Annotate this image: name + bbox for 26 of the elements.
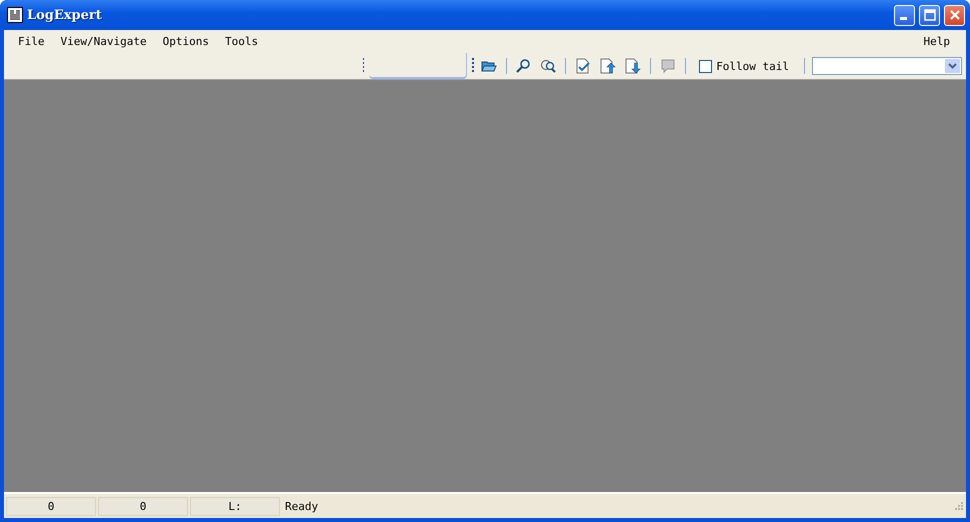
search-icon[interactable] <box>515 58 532 74</box>
menu-item[interactable]: View/Navigate <box>52 35 155 48</box>
status-message: Ready <box>285 500 318 512</box>
menu-item[interactable]: File <box>10 35 52 48</box>
menu-item[interactable]: Tools <box>216 35 266 48</box>
dropdown-field[interactable] <box>812 57 962 75</box>
menu-item[interactable]: Options <box>154 35 217 48</box>
status-panel: 0 <box>98 496 188 516</box>
minimize-button[interactable] <box>894 4 915 26</box>
menu-item[interactable]: Help <box>916 35 958 48</box>
status-panel: L: <box>190 496 280 516</box>
close-icon <box>948 9 960 21</box>
maximize-icon <box>924 9 936 21</box>
document-up-icon[interactable] <box>600 58 616 74</box>
document-down-icon[interactable] <box>625 58 642 74</box>
document-check-icon[interactable] <box>575 58 592 74</box>
window-title: LogExpert <box>27 8 102 22</box>
caret-icon[interactable] <box>945 59 960 73</box>
app-icon <box>7 7 23 23</box>
close-button[interactable] <box>944 4 965 26</box>
maximize-button[interactable] <box>919 4 940 26</box>
status-panel: 0 <box>6 496 96 516</box>
minimize-icon <box>900 17 906 20</box>
resize-grip-icon[interactable] <box>954 501 964 511</box>
follow-tail-checkbox[interactable]: Follow tail <box>699 60 790 72</box>
find-icon[interactable] <box>540 58 556 74</box>
